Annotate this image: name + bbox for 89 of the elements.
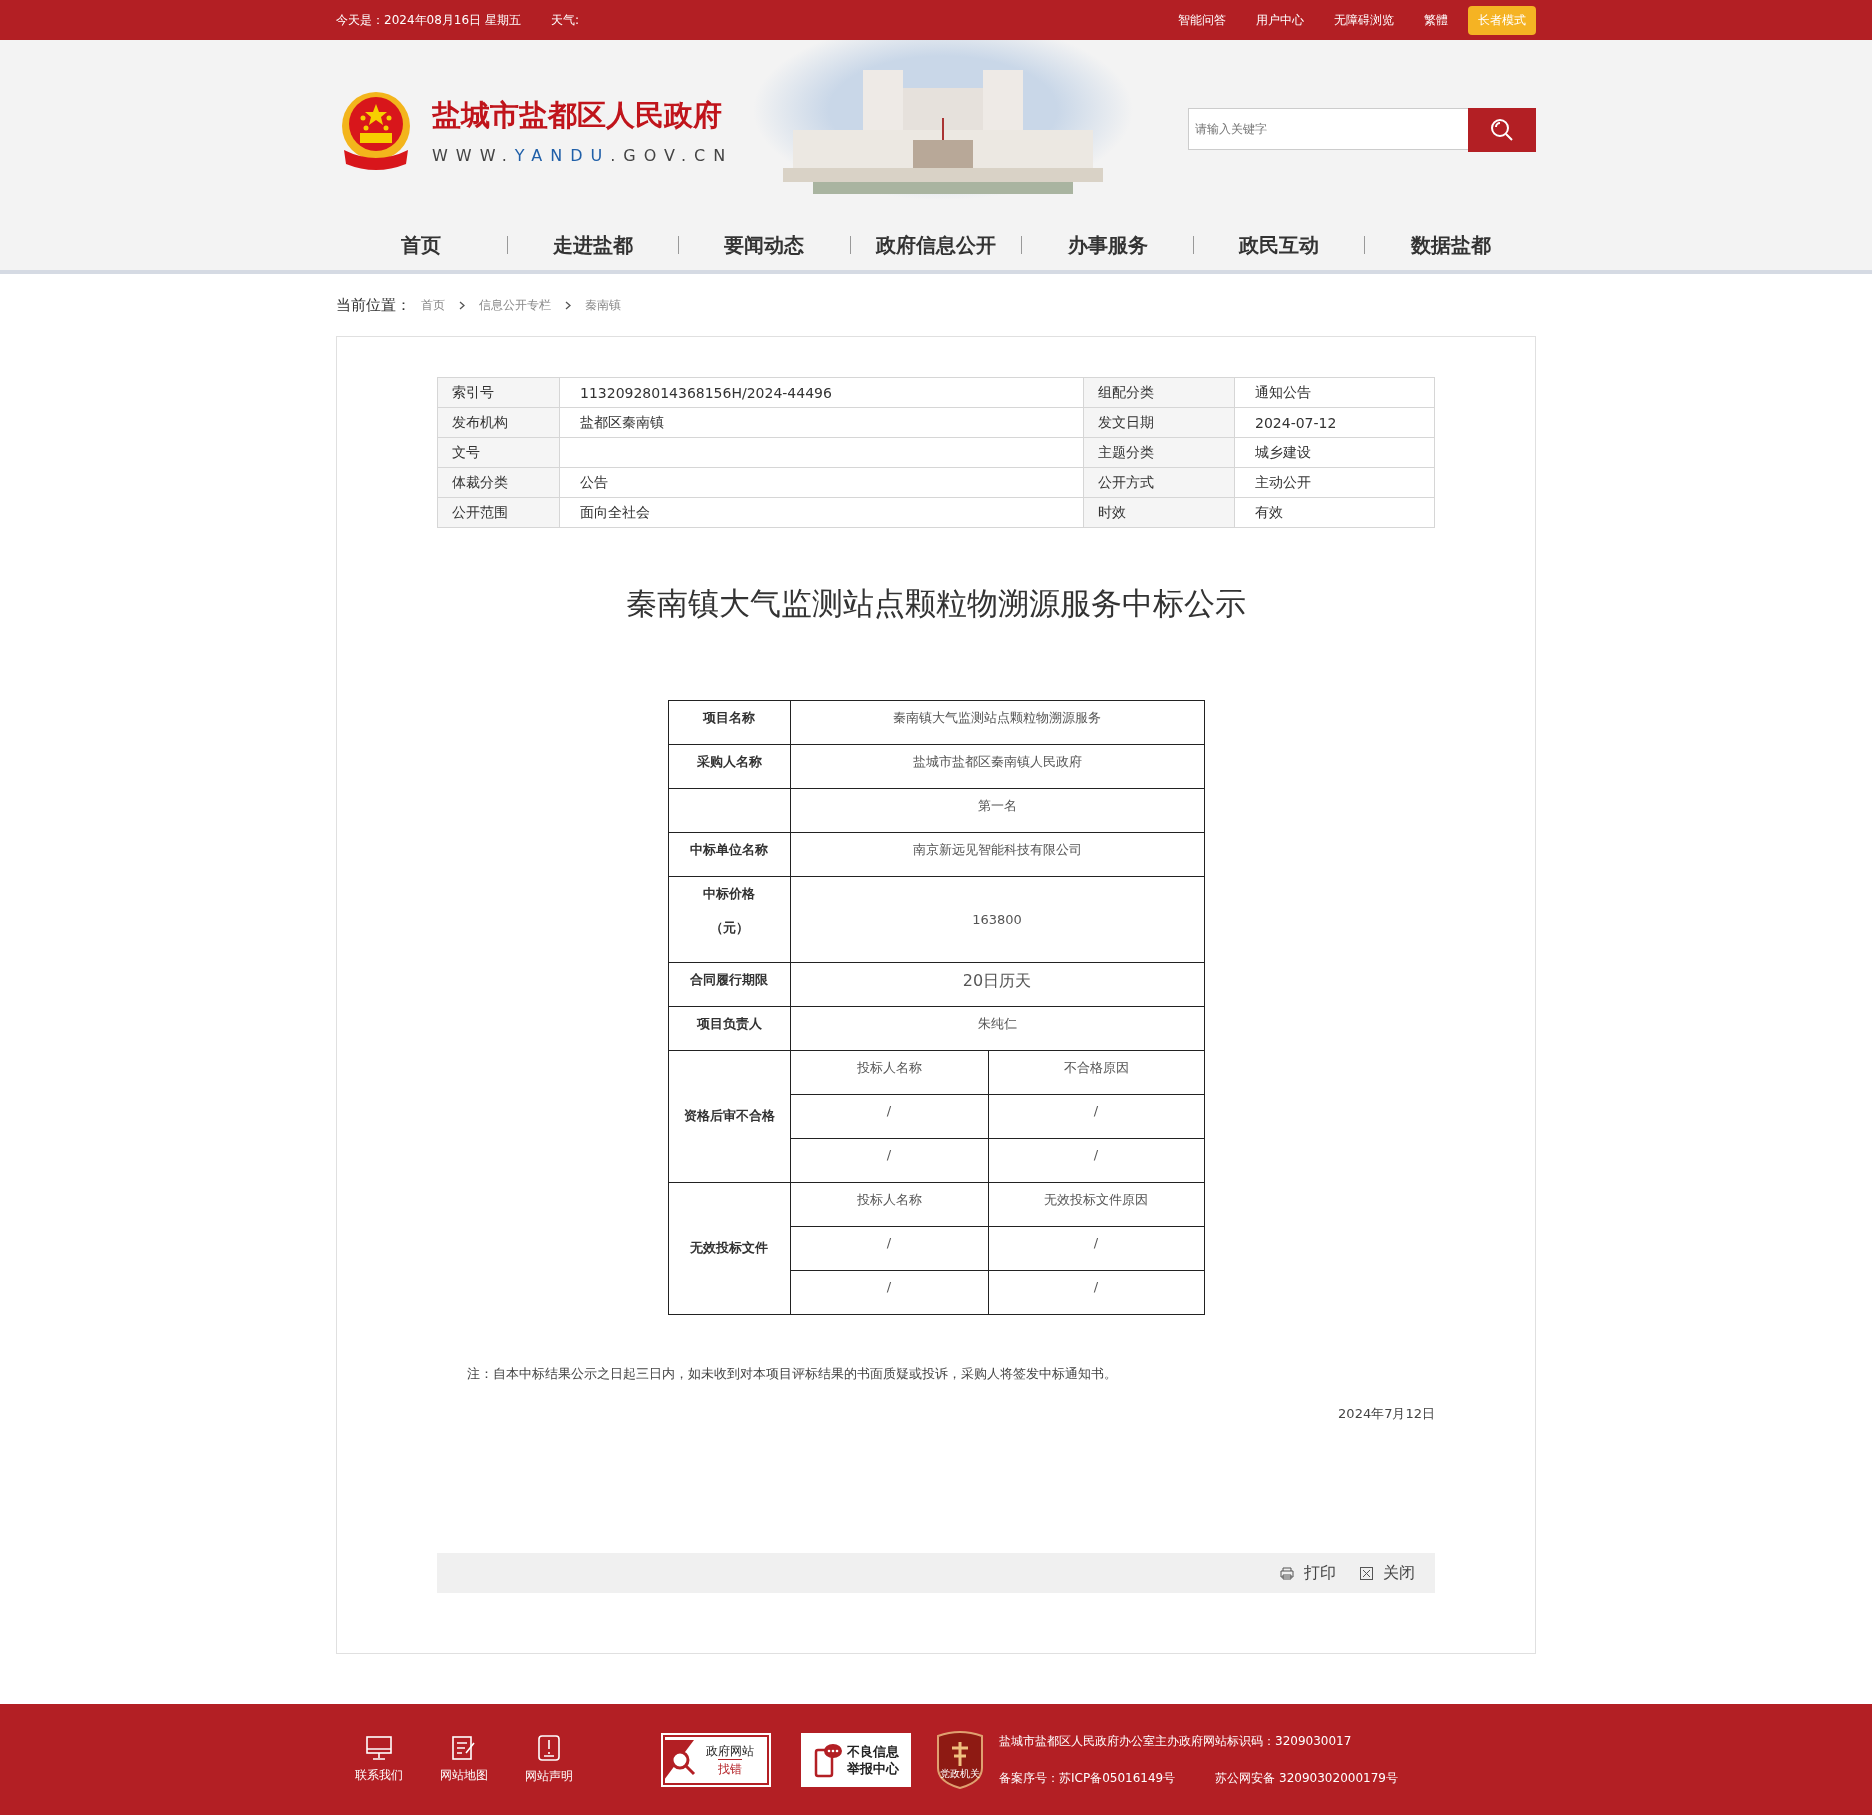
table-cell: 第一名 — [790, 788, 1204, 833]
search-icon — [1489, 117, 1515, 143]
top-link[interactable]: 用户中心 — [1256, 11, 1304, 29]
nav-item[interactable]: 首页 — [336, 231, 507, 259]
footer-link[interactable]: 网站声明 — [506, 1734, 591, 1785]
breadcrumb-link[interactable]: 首页 — [421, 296, 445, 314]
error-report-badge[interactable]: 政府网站 找错 — [661, 1732, 771, 1787]
nav-item[interactable]: 走进盐都 — [507, 231, 679, 259]
table-cell: 11320928014368156H/2024-44496 — [559, 377, 1084, 408]
row-label: 合同履行期限 — [668, 962, 790, 1007]
table-cell: 秦南镇大气监测站点颗粒物溯源服务 — [790, 700, 1204, 745]
top-link[interactable]: 繁體 — [1424, 11, 1448, 29]
date-text: 2024年7月12日 — [1337, 1405, 1435, 1423]
row-label: 中标价格 （元） — [668, 876, 790, 963]
row-label: 主题分类 — [1083, 437, 1235, 468]
row-label: 无效投标文件 — [668, 1182, 790, 1315]
chevron-icon — [565, 300, 571, 310]
table-cell: 公告 — [559, 467, 1084, 498]
table-cell: 2024-07-12 — [1234, 407, 1435, 438]
breadcrumb-label: 当前位置： — [336, 295, 411, 315]
table-cell: 南京新远见智能科技有限公司 — [790, 832, 1204, 877]
table-cell: 有效 — [1234, 497, 1435, 528]
article-title: 秦南镇大气监测站点颗粒物溯源服务中标公示 — [625, 584, 1247, 623]
row-label: 体裁分类 — [437, 467, 560, 498]
sponsor-text: 盐城市盐都区人民政府办公室主办政府网站标识码：3209030017 — [999, 1732, 1353, 1750]
close-link[interactable]: 关闭 — [1360, 1562, 1415, 1584]
table-cell: / — [790, 1094, 988, 1139]
table-cell: / — [988, 1094, 1204, 1139]
nav-item[interactable]: 政民互动 — [1193, 231, 1365, 259]
print-link[interactable]: 打印 — [1280, 1562, 1336, 1584]
table-cell: 城乡建设 — [1234, 437, 1435, 468]
table-cell: 面向全社会 — [559, 497, 1084, 528]
icp-text: 备案序号：苏ICP备05016149号 — [999, 1769, 1176, 1787]
table-cell: 20日历天 — [790, 962, 1204, 1007]
breadcrumb-link[interactable]: 信息公开专栏 — [479, 296, 551, 314]
table-cell: / — [790, 1138, 988, 1183]
printer-icon — [1280, 1566, 1294, 1580]
table-cell: / — [790, 1270, 988, 1315]
footer-link[interactable]: 联系我们 — [336, 1735, 421, 1784]
nav-item[interactable]: 数据盐都 — [1365, 231, 1537, 259]
footer-link[interactable]: 网站地图 — [421, 1735, 506, 1784]
nav-item[interactable]: 办事服务 — [1022, 231, 1193, 259]
row-label: 发文日期 — [1083, 407, 1235, 438]
row-label: 索引号 — [437, 377, 560, 408]
row-label: 组配分类 — [1083, 377, 1235, 408]
row-label: 公开方式 — [1083, 467, 1235, 498]
table-cell: / — [988, 1138, 1204, 1183]
table-cell: / — [790, 1226, 988, 1271]
row-label: 项目负责人 — [668, 1006, 790, 1051]
notice-icon — [535, 1734, 562, 1762]
breadcrumb-link[interactable]: 秦南镇 — [585, 296, 621, 314]
monitor-icon — [364, 1735, 393, 1761]
table-cell: / — [988, 1226, 1204, 1271]
top-link[interactable]: 无障碍浏览 — [1334, 11, 1394, 29]
top-link[interactable]: 智能问答 — [1178, 11, 1226, 29]
row-label: 时效 — [1083, 497, 1235, 528]
close-icon — [1360, 1566, 1373, 1580]
table-cell: / — [988, 1270, 1204, 1315]
nav-item[interactable]: 要闻动态 — [679, 231, 850, 259]
note-text: 注：自本中标结果公示之日起三日内，如未收到对本项目评标结果的书面质疑或投诉，采购人将签发中标通知书。 — [467, 1365, 1118, 1383]
table-cell: 主动公开 — [1234, 467, 1435, 498]
row-label: 中标单位名称 — [668, 832, 790, 877]
row-label: 公开范围 — [437, 497, 560, 528]
row-label: 资格后审不合格 — [668, 1050, 790, 1183]
column-header: 投标人名称 — [790, 1050, 988, 1095]
search-button[interactable] — [1468, 108, 1536, 152]
report-center-badge[interactable]: 不良信息 举报中心 — [801, 1732, 911, 1787]
table-cell: 通知公告 — [1234, 377, 1435, 408]
row-label: 文号 — [437, 437, 560, 468]
edit-icon — [449, 1735, 478, 1761]
row-label: 项目名称 — [668, 700, 790, 745]
column-header: 无效投标文件原因 — [988, 1182, 1204, 1227]
row-label: 发布机构 — [437, 407, 560, 438]
party-emblem-badge[interactable]: 党政机关 — [935, 1729, 985, 1790]
date-text: 今天是：2024年08月16日 星期五 — [336, 11, 521, 29]
table-cell: 朱纯仁 — [790, 1006, 1204, 1051]
chevron-icon — [459, 300, 465, 310]
table-cell: 盐都区秦南镇 — [559, 407, 1084, 438]
search-field[interactable]: 请输入关键字 — [1188, 108, 1468, 150]
site-title: 盐城市盐都区人民政府 — [432, 96, 723, 134]
police-record-text: 苏公网安备 32090302000179号 — [1215, 1769, 1398, 1787]
weather-label: 天气: — [550, 11, 579, 29]
column-header: 投标人名称 — [790, 1182, 988, 1227]
table-cell: 盐城市盐都区秦南镇人民政府 — [790, 744, 1204, 789]
nav-item[interactable]: 政府信息公开 — [850, 231, 1022, 259]
column-header: 不合格原因 — [988, 1050, 1204, 1095]
table-cell: 163800 — [790, 876, 1204, 963]
site-url: WWW.YANDU.GOV.CN — [432, 145, 734, 165]
row-label: 采购人名称 — [668, 744, 790, 789]
